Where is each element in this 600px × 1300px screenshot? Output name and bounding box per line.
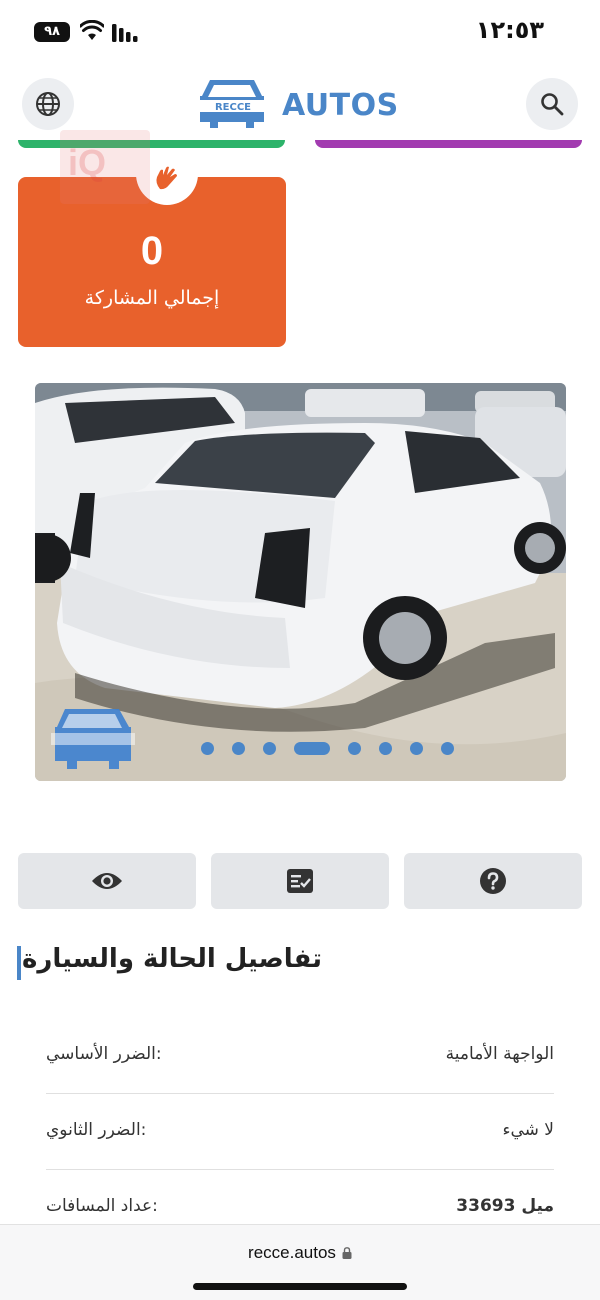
detail-row-primary-damage: :الضرر الأساسي الواجهة الأمامية <box>46 1018 554 1094</box>
globe-icon <box>36 92 60 116</box>
wifi-icon <box>80 20 104 40</box>
carousel-dot[interactable] <box>410 742 423 755</box>
detail-value: الواجهة الأمامية <box>445 1044 554 1064</box>
carousel-dot[interactable] <box>379 742 392 755</box>
detail-row-secondary-damage: :الضرر الثانوي لا شيء <box>46 1094 554 1170</box>
vehicle-photo-carousel[interactable] <box>35 383 566 781</box>
eye-icon <box>92 873 122 889</box>
photo-watermark-logo-icon <box>51 709 135 769</box>
home-indicator[interactable] <box>193 1283 407 1290</box>
carousel-dot-active[interactable] <box>294 742 330 755</box>
carousel-dot[interactable] <box>232 742 245 755</box>
search-button[interactable] <box>526 78 578 130</box>
stat-card-purple-edge <box>315 140 582 148</box>
language-button[interactable] <box>22 78 74 130</box>
status-bar: ٩٨ ١٢:٥٣ <box>0 0 600 64</box>
detail-label: :عداد المسافات <box>46 1196 158 1216</box>
logo-text: AUTOS <box>282 88 399 123</box>
carousel-dot[interactable] <box>348 742 361 755</box>
total-shares-card[interactable]: 0 إجمالي المشاركة <box>18 153 286 347</box>
view-button[interactable] <box>18 853 196 909</box>
battery-indicator: ٩٨ <box>34 22 70 42</box>
help-button[interactable] <box>404 853 582 909</box>
lock-icon <box>342 1247 352 1259</box>
detail-value: لا شيء <box>502 1120 554 1140</box>
section-title: تفاصيل الحالة والسيارة <box>22 944 322 974</box>
watermark-text: iQ <box>68 142 107 183</box>
search-icon <box>541 93 564 116</box>
checklist-button[interactable] <box>211 853 389 909</box>
detail-label: :الضرر الأساسي <box>46 1044 162 1064</box>
detail-value: ميل 33693 <box>456 1196 554 1216</box>
share-label: إجمالي المشاركة <box>84 287 220 309</box>
car-logo-icon: RECCE <box>198 80 268 128</box>
waving-hand-icon <box>156 166 177 190</box>
section-accent-bar <box>17 946 21 980</box>
carousel-dot[interactable] <box>201 742 214 755</box>
carousel-dot[interactable] <box>263 742 276 755</box>
cellular-signal-icon <box>112 24 138 42</box>
url-display[interactable]: recce.autos <box>0 1243 600 1263</box>
share-count: 0 <box>140 229 164 273</box>
stat-card-green-edge <box>18 140 285 148</box>
checklist-icon <box>287 869 313 893</box>
logo-badge-text: RECCE <box>215 102 251 113</box>
help-icon <box>480 868 506 894</box>
detail-label: :الضرر الثانوي <box>46 1120 147 1140</box>
carousel-dot[interactable] <box>441 742 454 755</box>
watermark: iQ <box>60 130 150 204</box>
browser-address-bar[interactable]: recce.autos <box>0 1224 600 1300</box>
status-time: ١٢:٥٣ <box>475 16 544 44</box>
site-logo[interactable]: RECCE AUTOS <box>196 76 406 136</box>
url-text: recce.autos <box>248 1243 336 1262</box>
